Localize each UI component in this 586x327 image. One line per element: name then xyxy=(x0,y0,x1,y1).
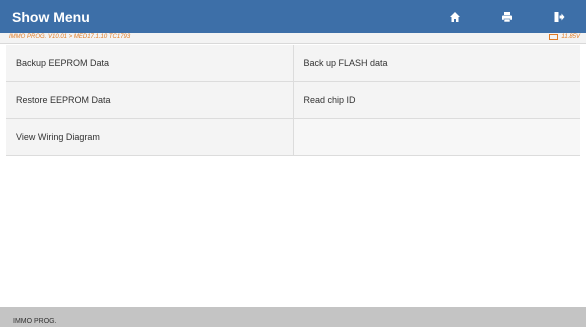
battery-icon xyxy=(549,34,559,40)
page-title: Show Menu xyxy=(12,8,90,25)
printer-icon xyxy=(502,11,512,22)
home-icon xyxy=(450,11,460,22)
breadcrumb: IMMO PROG. V10.01 > MED17.1.10 TC1793 xyxy=(9,34,131,40)
menu-row: View Wiring Diagram xyxy=(6,119,580,156)
voltage-value: 11.85V xyxy=(561,34,580,40)
footer-label: IMMO PROG. xyxy=(13,318,57,325)
exit-button[interactable] xyxy=(544,0,574,33)
battery-voltage: 11.85V xyxy=(549,34,580,40)
menu-item-view-wiring[interactable]: View Wiring Diagram xyxy=(6,119,293,155)
menu-row: Backup EEPROM Data Back up FLASH data xyxy=(6,45,580,82)
home-button[interactable] xyxy=(440,0,470,33)
menu-grid: Backup EEPROM Data Back up FLASH data Re… xyxy=(6,45,580,156)
exit-icon xyxy=(554,11,565,22)
footer-bar: IMMO PROG. xyxy=(0,307,586,327)
status-bar: IMMO PROG. V10.01 > MED17.1.10 TC1793 11… xyxy=(0,33,586,44)
menu-row: Restore EEPROM Data Read chip ID xyxy=(6,82,580,119)
print-button[interactable] xyxy=(492,0,522,33)
menu-item-backup-flash[interactable]: Back up FLASH data xyxy=(292,45,580,81)
menu-item-empty xyxy=(292,119,580,155)
menu-item-backup-eeprom[interactable]: Backup EEPROM Data xyxy=(6,45,293,81)
title-bar: Show Menu xyxy=(0,0,586,33)
menu-item-read-chip-id[interactable]: Read chip ID xyxy=(292,82,580,118)
menu-item-restore-eeprom[interactable]: Restore EEPROM Data xyxy=(6,82,293,118)
